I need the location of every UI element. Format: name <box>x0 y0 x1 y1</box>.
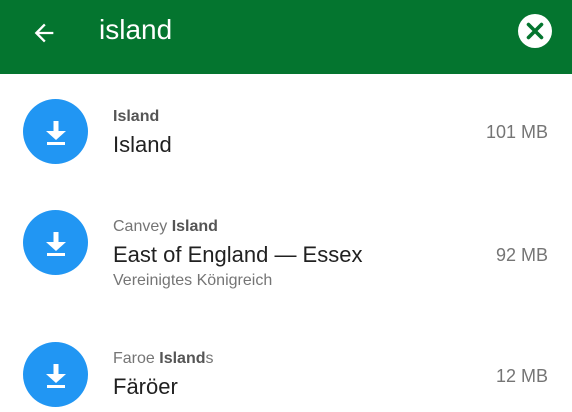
match-highlight: Island <box>159 350 206 367</box>
download-icon <box>45 120 66 145</box>
result-region: Vereinigtes Königreich <box>113 272 273 289</box>
result-subtitle: Canvey Island <box>113 218 218 235</box>
result-title: Färöer <box>113 374 178 399</box>
match-highlight: Island <box>171 218 218 235</box>
match-highlight: Island <box>113 108 160 125</box>
result-title: East of England — Essex <box>113 242 363 267</box>
result-size: 92 MB <box>495 245 548 265</box>
result-title: Island <box>113 132 172 157</box>
download-button[interactable] <box>23 99 88 164</box>
arrow-left-icon <box>34 23 54 43</box>
result-row[interactable]: Island Island 101 MB <box>0 74 572 186</box>
search-input[interactable] <box>99 10 479 50</box>
download-icon <box>45 231 66 256</box>
result-row[interactable]: Faroe Islands Färöer 12 MB <box>0 312 572 412</box>
toolbar <box>0 0 572 74</box>
clear-search-button[interactable] <box>516 12 554 50</box>
result-row[interactable]: Canvey Island East of England — Essex Ve… <box>0 186 572 298</box>
result-size: 12 MB <box>495 366 548 386</box>
download-button[interactable] <box>23 210 88 275</box>
search-screen: Island Island 101 MB Canvey Island East … <box>0 0 572 412</box>
result-size: 101 MB <box>485 122 548 142</box>
result-subtitle: Island <box>113 108 159 126</box>
download-button[interactable] <box>23 342 88 407</box>
result-subtitle: Faroe Islands <box>113 350 214 367</box>
close-circle-icon <box>518 14 552 48</box>
download-icon <box>45 363 66 388</box>
back-button[interactable] <box>20 9 68 57</box>
